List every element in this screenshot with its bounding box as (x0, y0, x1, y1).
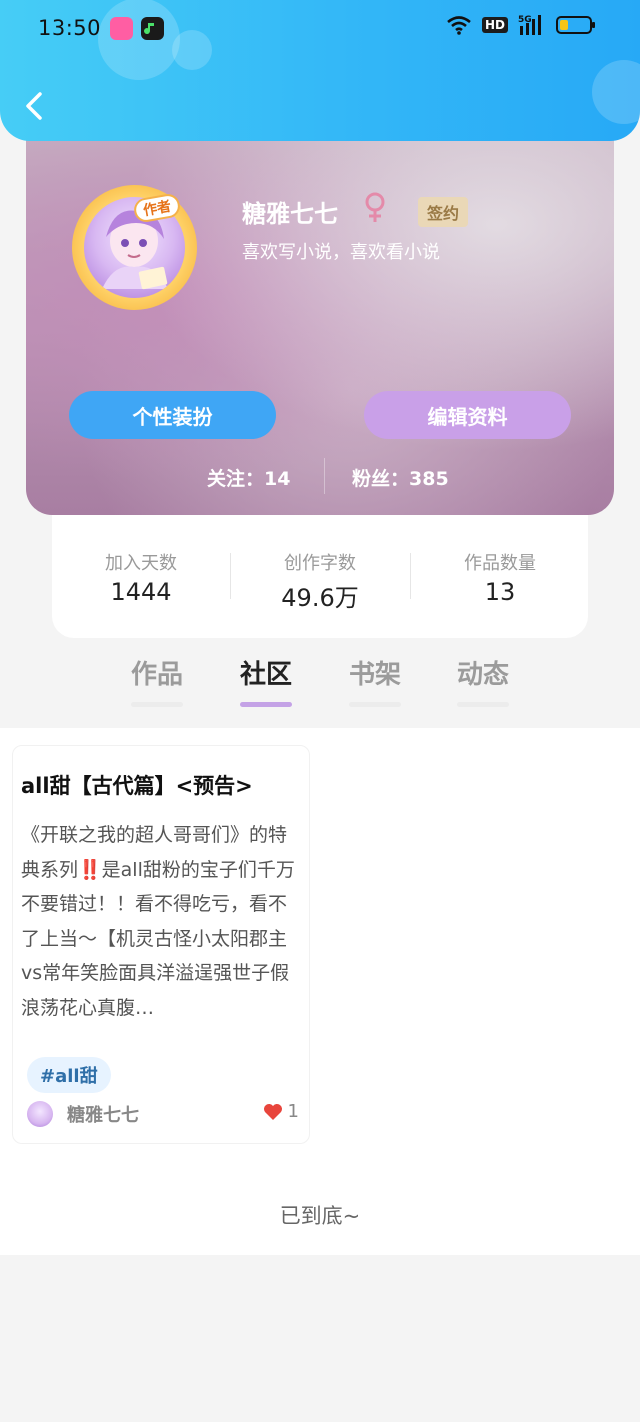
tab-underline (457, 702, 509, 707)
status-time: 13:50 (38, 16, 102, 40)
tab-community[interactable]: 社区 (236, 654, 296, 691)
tab-underline-active (240, 702, 292, 707)
signal-icon: 5G (518, 15, 541, 35)
following-label: 关注： (207, 468, 265, 490)
hd-badge: HD (481, 17, 508, 33)
end-of-list-text: 已到底~ (279, 1204, 361, 1228)
like-button[interactable]: 1 (263, 1101, 299, 1122)
stat-value: 49.6万 (281, 584, 359, 612)
stats-card: 加入天数 1444 创作字数 49.6万 作品数量 13 (52, 505, 588, 638)
like-count: 1 (287, 1101, 299, 1122)
signed-author-badge: 签约 (418, 197, 469, 227)
tab-works[interactable]: 作品 (127, 654, 187, 691)
community-feed: all甜【古代篇】<预告> 《开联之我的超人哥哥们》的特典系列‼️是all甜粉的… (0, 728, 640, 1255)
stat-value: 1444 (110, 578, 172, 606)
decor-bubble (172, 30, 212, 70)
profile-bio: 喜欢写小说，喜欢看小说 (242, 242, 440, 263)
decor-bubble (98, 0, 180, 80)
wifi-icon (447, 16, 471, 35)
following-count[interactable]: 关注：14 (207, 464, 290, 491)
profile-tabs: 作品 社区 书架 动态 (0, 654, 640, 714)
username: 糖雅七七 (242, 200, 338, 228)
divider (324, 458, 325, 494)
tab-underline (131, 702, 183, 707)
top-header: 13:50 HD 5G (0, 0, 640, 141)
gender-female-icon (365, 192, 385, 222)
following-value: 14 (264, 468, 291, 490)
dress-up-button[interactable]: 个性装扮 (69, 391, 276, 439)
post-author[interactable]: 糖雅七七 (67, 1101, 139, 1127)
fans-value: 385 (409, 468, 449, 490)
decor-bubble (592, 60, 640, 124)
tab-activity[interactable]: 动态 (453, 654, 513, 691)
tab-bookshelf[interactable]: 书架 (345, 654, 405, 691)
heart-icon (263, 1103, 282, 1120)
fans-label: 粉丝： (352, 468, 410, 490)
svg-text:5G: 5G (518, 15, 532, 25)
fans-count[interactable]: 粉丝：385 (352, 464, 449, 491)
stat-word-count: 创作字数 49.6万 (231, 549, 409, 613)
stat-label: 创作字数 (284, 553, 356, 574)
status-indicators: HD 5G (446, 14, 596, 36)
stat-value: 13 (484, 578, 516, 606)
stat-label: 作品数量 (464, 553, 536, 574)
notification-app-icon (110, 17, 133, 40)
profile-card (26, 100, 614, 515)
post-title: all甜【古代篇】<预告> (21, 774, 253, 798)
stat-label: 加入天数 (105, 553, 177, 574)
post-hashtag[interactable]: #all甜 (27, 1057, 111, 1093)
post-card[interactable]: all甜【古代篇】<预告> 《开联之我的超人哥哥们》的特典系列‼️是all甜粉的… (12, 745, 310, 1144)
battery-icon (556, 16, 595, 34)
edit-profile-button[interactable]: 编辑资料 (364, 391, 571, 439)
tab-underline (349, 702, 401, 707)
author-avatar[interactable] (27, 1101, 53, 1127)
post-footer: 糖雅七七 1 (27, 1099, 299, 1129)
stat-work-count: 作品数量 13 (411, 549, 589, 606)
post-body: 《开联之我的超人哥哥们》的特典系列‼️是all甜粉的宝子们千万不要错过！！看不得… (21, 824, 295, 1019)
stat-join-days: 加入天数 1444 (52, 549, 230, 606)
notification-app-icon (141, 17, 164, 40)
back-arrow-icon[interactable] (20, 86, 54, 126)
